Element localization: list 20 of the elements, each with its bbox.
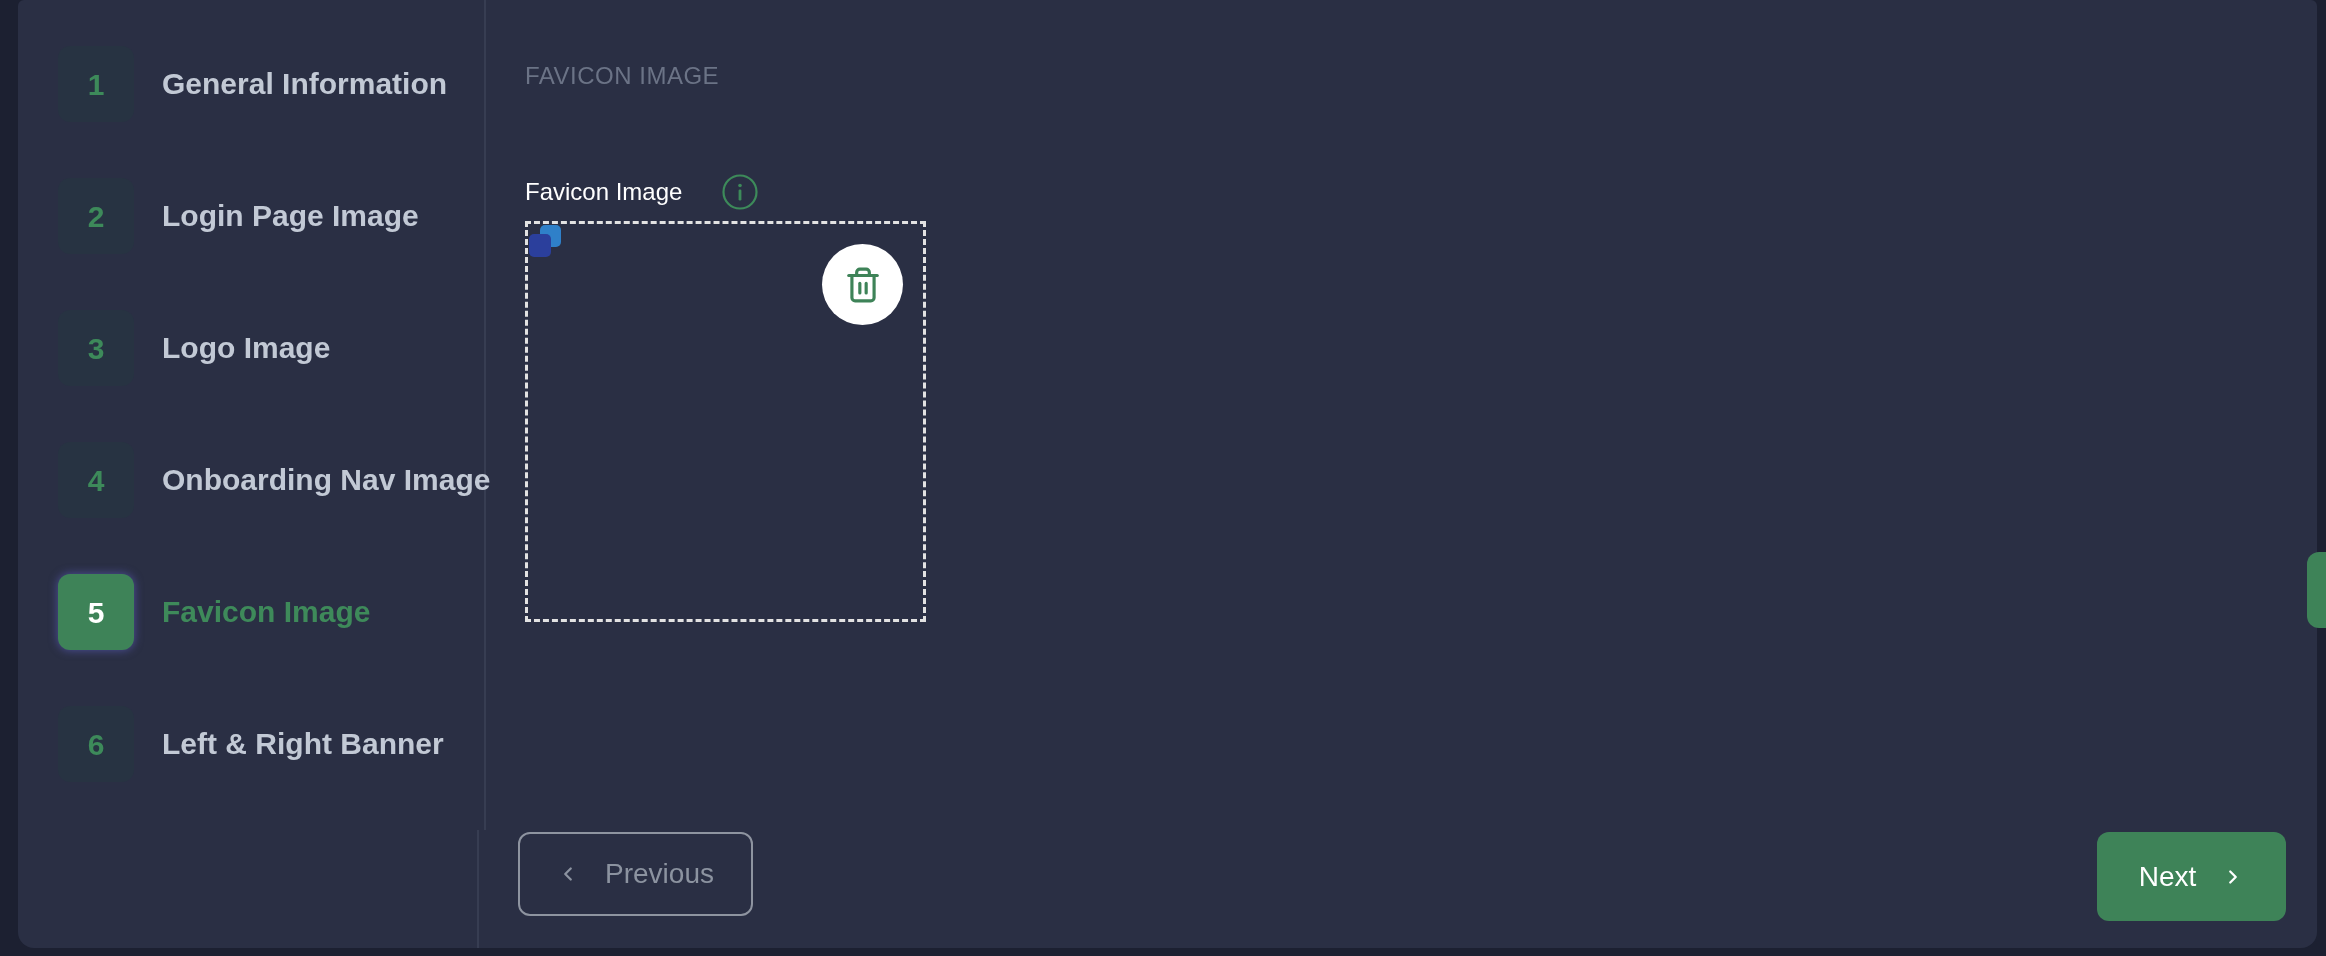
step-number-badge[interactable]: 3 xyxy=(58,310,134,386)
step-number-badge[interactable]: 5 xyxy=(58,574,134,650)
step-number-badge[interactable]: 6 xyxy=(58,706,134,782)
step-label[interactable]: Logo Image xyxy=(162,330,331,366)
section-title: FAVICON IMAGE xyxy=(525,62,720,90)
step-label[interactable]: General Information xyxy=(162,66,448,102)
side-tab[interactable] xyxy=(2307,552,2326,628)
upload-dropzone[interactable] xyxy=(525,221,926,622)
step-label[interactable]: Favicon Image xyxy=(162,594,371,630)
step-number-badge[interactable]: 1 xyxy=(58,46,134,122)
info-icon[interactable] xyxy=(722,174,759,210)
step-label[interactable]: Left & Right Banner xyxy=(162,726,444,762)
field-label: Favicon Image xyxy=(525,178,683,206)
step-label[interactable]: Login Page Image xyxy=(162,198,419,234)
next-button[interactable]: Next xyxy=(2097,832,2286,921)
step-number-badge[interactable]: 2 xyxy=(58,178,134,254)
step-label[interactable]: Onboarding Nav Image xyxy=(162,462,491,498)
squares-logo-icon xyxy=(529,225,561,257)
previous-button[interactable]: Previous xyxy=(518,832,753,916)
step-number-badge[interactable]: 4 xyxy=(58,442,134,518)
